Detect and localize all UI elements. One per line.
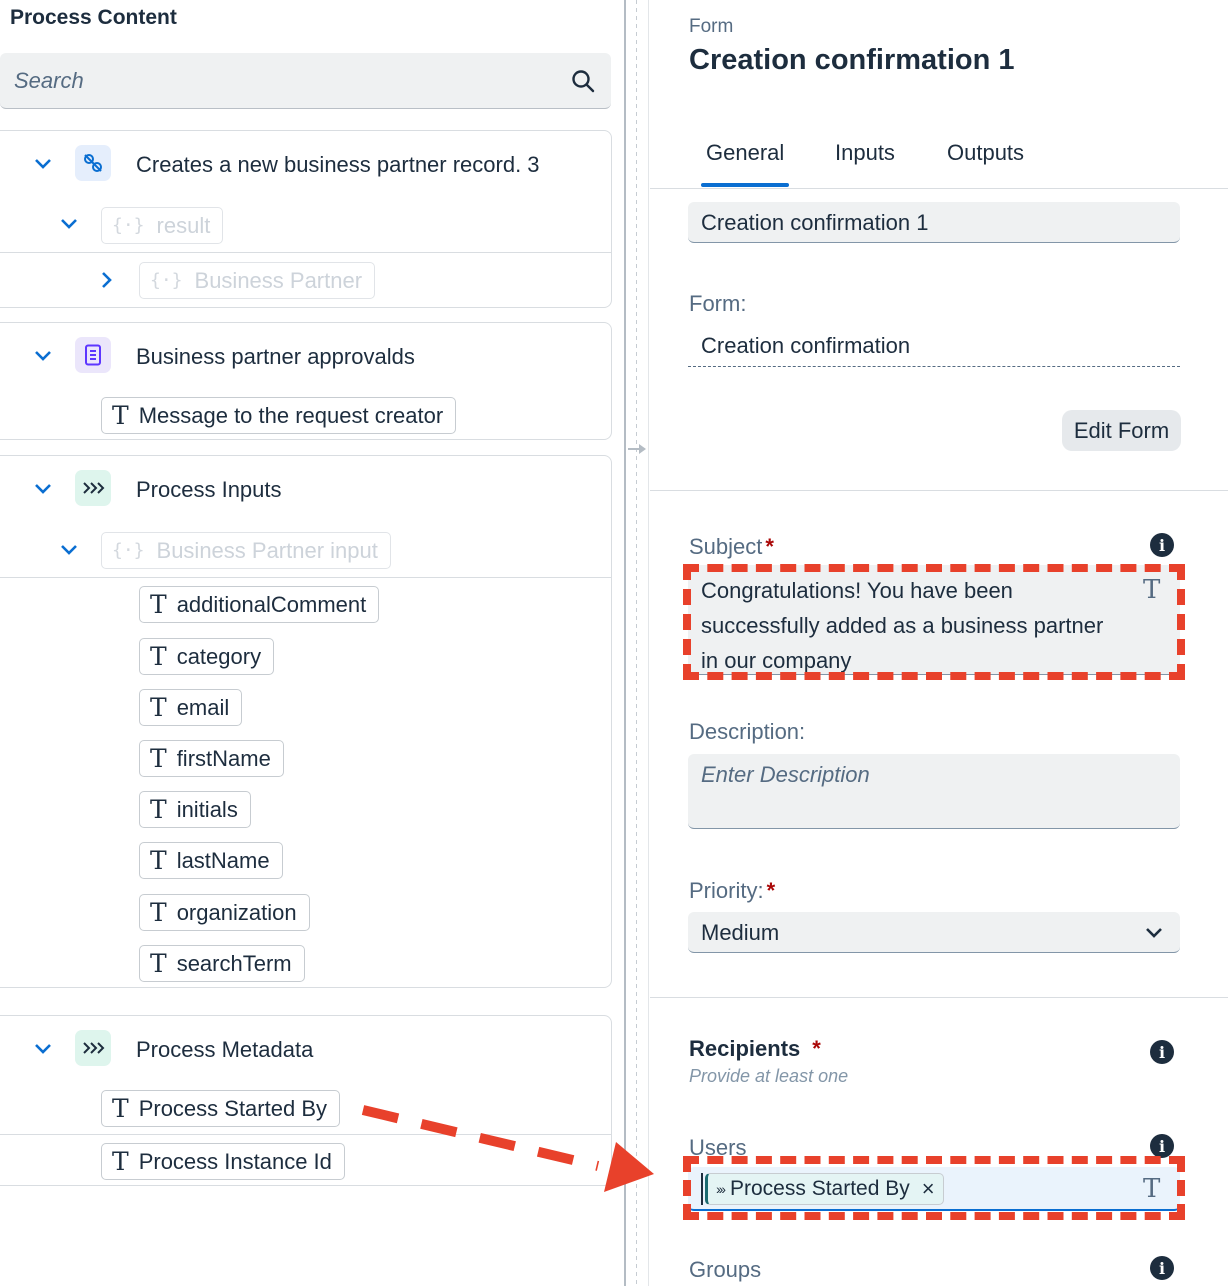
- annotation-arrow: [361, 1105, 654, 1192]
